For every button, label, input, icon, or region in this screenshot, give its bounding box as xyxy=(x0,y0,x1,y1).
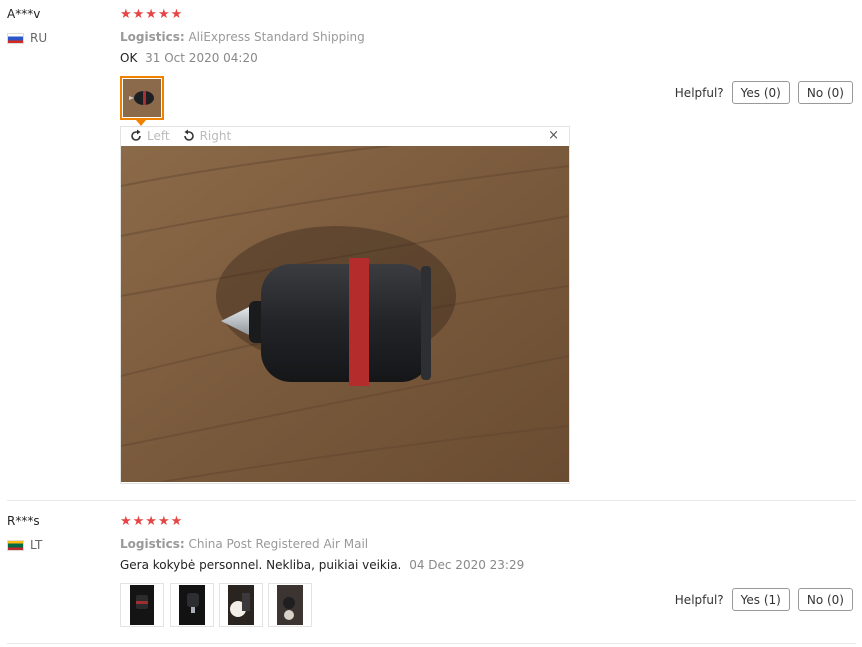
review-photo-thumbnail-3[interactable] xyxy=(219,583,263,627)
review-photo-thumbnail-4[interactable] xyxy=(268,583,312,627)
drill-in-hand-photo-icon xyxy=(277,585,303,625)
lithuania-flag-icon xyxy=(7,539,24,551)
reviewer-name: A***v xyxy=(7,7,41,21)
review-comment: OK 31 Oct 2020 04:20 xyxy=(120,51,258,65)
drill-chuck-photo-icon xyxy=(179,585,205,625)
logistics-label: Logistics: xyxy=(120,537,185,551)
reviewer-country: LT xyxy=(7,538,42,552)
drill-chuck-thumbnail-icon xyxy=(123,79,161,117)
photo-viewer: Left Right × xyxy=(120,126,570,484)
helpful-yes-button[interactable]: Yes (1) xyxy=(731,588,790,611)
rotate-left-icon xyxy=(131,129,141,141)
helpful-yes-button[interactable]: Yes (0) xyxy=(731,81,790,104)
rotate-left-button[interactable]: Left xyxy=(129,129,170,143)
review-comment: Gera kokybė personnel. Nekliba, puikiai … xyxy=(120,558,524,572)
country-code: RU xyxy=(30,31,48,45)
review-photo-thumbnail-1[interactable] xyxy=(120,583,164,627)
reviewer-country: RU xyxy=(7,31,47,45)
helpful-controls: Helpful? Yes (0) No (0) xyxy=(675,81,853,104)
review-date: 31 Oct 2020 04:20 xyxy=(145,51,258,65)
logistics-label: Logistics: xyxy=(120,30,185,44)
rotate-right-icon xyxy=(183,129,194,141)
review-photo-large xyxy=(121,146,569,482)
review-photo-thumbnail-2[interactable] xyxy=(170,583,214,627)
star-rating: ★★★★★ xyxy=(120,514,184,529)
close-icon[interactable]: × xyxy=(548,128,559,143)
rotate-right-label: Right xyxy=(199,129,232,143)
logistics-info: Logistics: China Post Registered Air Mai… xyxy=(120,537,368,551)
review-photo-thumbnail[interactable] xyxy=(120,76,164,120)
viewer-toolbar: Left Right × xyxy=(121,127,569,145)
helpful-controls: Helpful? Yes (1) No (0) xyxy=(675,588,853,611)
review-date: 04 Dec 2020 23:29 xyxy=(409,558,525,572)
drill-in-use-photo-icon xyxy=(228,585,254,625)
star-rating: ★★★★★ xyxy=(120,7,184,22)
comment-text: Gera kokybė personnel. Nekliba, puikiai … xyxy=(120,558,402,572)
review-divider xyxy=(7,643,856,644)
helpful-no-button[interactable]: No (0) xyxy=(797,81,853,104)
helpful-label: Helpful? xyxy=(674,592,724,607)
drill-chuck-photo-icon xyxy=(130,585,154,625)
helpful-no-button[interactable]: No (0) xyxy=(797,588,853,611)
helpful-label: Helpful? xyxy=(674,85,724,100)
country-code: LT xyxy=(30,538,43,552)
rotate-left-label: Left xyxy=(147,129,170,143)
logistics-value: China Post Registered Air Mail xyxy=(188,537,369,551)
russia-flag-icon xyxy=(7,32,24,44)
logistics-value: AliExpress Standard Shipping xyxy=(188,30,365,44)
review-divider xyxy=(7,500,856,501)
comment-text: OK xyxy=(120,51,138,65)
reviewer-name: R***s xyxy=(7,514,40,528)
logistics-info: Logistics: AliExpress Standard Shipping xyxy=(120,30,365,44)
rotate-right-button[interactable]: Right xyxy=(182,129,232,143)
